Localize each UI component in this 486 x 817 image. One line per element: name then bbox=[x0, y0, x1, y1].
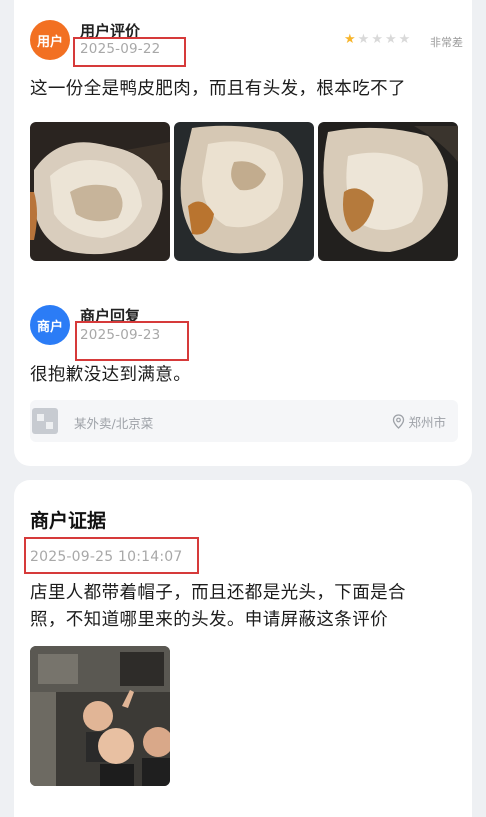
shop-location: 郑州市 bbox=[392, 412, 446, 431]
rating-label: 非常差 bbox=[430, 36, 463, 49]
star-icon: ★ bbox=[384, 32, 397, 47]
evidence-text-line-2: 照，不知道哪里来的头发。申请屏蔽这条评价 bbox=[30, 610, 388, 630]
review-card: 用户 用户评价 2025-09-22 ★ ★ ★ ★ ★ 非常差 这一份全是鸭皮肥肉，而… bbox=[14, 0, 472, 466]
review-photo-3[interactable] bbox=[318, 122, 458, 261]
shop-info-bar[interactable]: 某外卖/北京菜 郑州市 bbox=[30, 400, 458, 442]
shop-name: 某外卖/北京菜 bbox=[74, 416, 154, 431]
duck-meat-photo bbox=[30, 122, 170, 261]
review-date-highlight-box bbox=[73, 37, 186, 67]
duck-meat-photo bbox=[174, 122, 314, 261]
reply-text: 很抱歉没达到满意。 bbox=[30, 365, 192, 385]
review-text: 这一份全是鸭皮肥肉，而且有头发，根本吃不了 bbox=[30, 79, 406, 99]
user-avatar[interactable]: 用户 bbox=[30, 20, 70, 60]
star-icon: ★ bbox=[344, 32, 356, 47]
star-icon: ★ bbox=[398, 32, 411, 47]
star-icon: ★ bbox=[371, 32, 383, 47]
review-photo-2[interactable] bbox=[174, 122, 314, 261]
location-pin-icon bbox=[393, 414, 405, 429]
shop-thumbnail-icon bbox=[32, 408, 58, 434]
merchant-avatar[interactable]: 商户 bbox=[30, 305, 70, 345]
evidence-photo[interactable] bbox=[30, 646, 170, 786]
shop-location-text: 郑州市 bbox=[408, 415, 446, 430]
review-photo-1[interactable] bbox=[30, 122, 170, 261]
staff-group-photo bbox=[30, 646, 170, 786]
reply-date-highlight-box bbox=[75, 321, 189, 361]
evidence-title: 商户证据 bbox=[30, 510, 107, 532]
duck-meat-photo bbox=[318, 122, 458, 261]
rating-stars: ★ ★ ★ ★ ★ bbox=[344, 33, 410, 47]
evidence-date-highlight-box bbox=[24, 537, 199, 574]
star-icon: ★ bbox=[357, 32, 370, 47]
